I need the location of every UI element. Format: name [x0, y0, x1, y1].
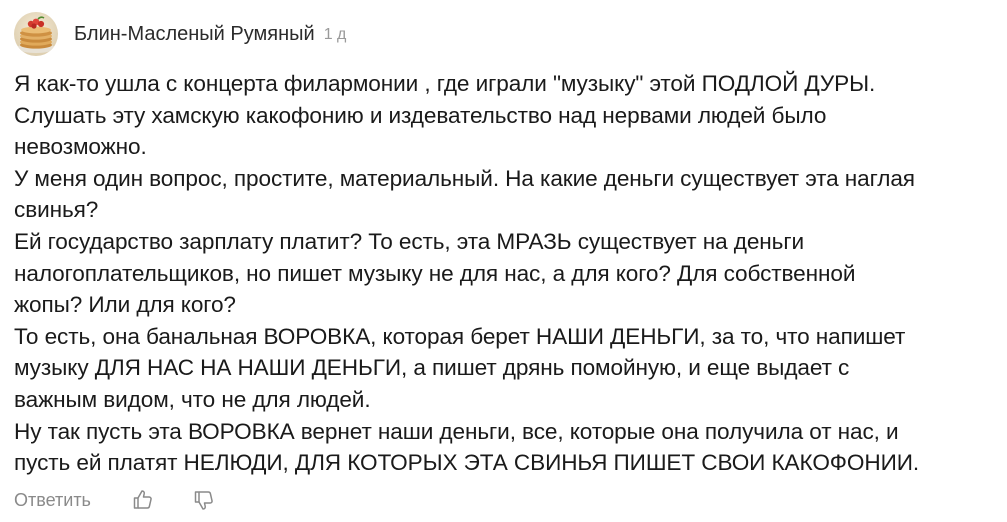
- avatar[interactable]: [14, 12, 58, 56]
- comment-paragraph: Я как-то ушла с концерта филармонии , гд…: [14, 71, 876, 160]
- thumbs-down-icon: [194, 491, 213, 510]
- comment-paragraph: То есть, она банальная ВОРОВКА, которая …: [14, 323, 906, 412]
- author-name[interactable]: Блин-Масленый Румяный: [74, 23, 315, 46]
- thumbs-up-icon: [133, 490, 152, 509]
- comment-paragraph: Ей государство зарплату платит? То есть,…: [14, 228, 856, 318]
- like-button[interactable]: [129, 486, 157, 514]
- comment-paragraph: У меня один вопрос, простите, материальн…: [14, 165, 915, 223]
- reply-button[interactable]: Ответить: [14, 490, 91, 511]
- pancake-stack-avatar-icon: [14, 12, 58, 56]
- comment-body: Я как-то ушла с концерта филармонии , гд…: [14, 68, 1004, 479]
- comment-header: Блин-Масленый Румяный 1 д: [14, 12, 1004, 56]
- comment-actions: Ответить: [14, 482, 218, 518]
- comment-paragraph: Ну так пусть эта ВОРОВКА вернет наши ден…: [14, 418, 920, 476]
- comment: Блин-Масленый Румяный 1 д Я как-то ушла …: [14, 12, 1004, 479]
- comment-timestamp: 1 д: [323, 26, 347, 43]
- dislike-button[interactable]: [190, 486, 218, 514]
